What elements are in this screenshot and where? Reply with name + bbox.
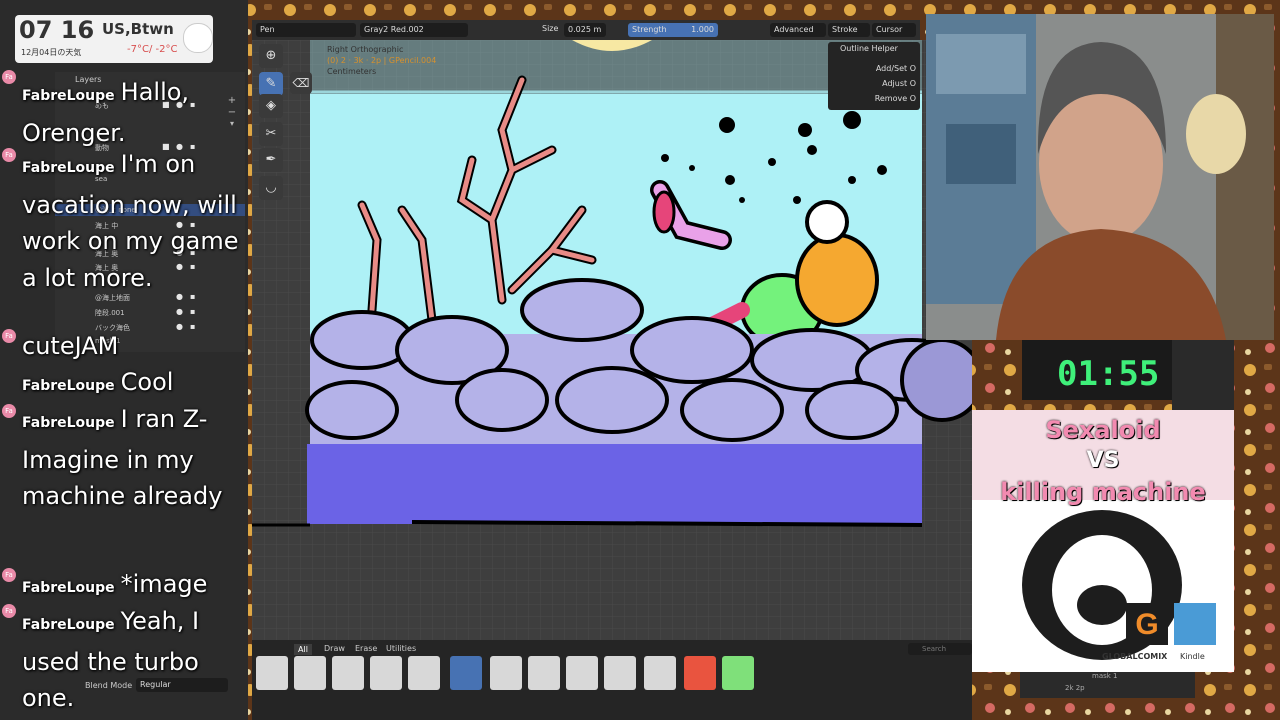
avatar-badge: Fa [2, 568, 16, 582]
chat-username: FabreLoupe [22, 580, 115, 596]
chat-message: FabreLoupe I ran Z-Imagine in my machine … [22, 401, 247, 515]
right-panel-strip [1172, 340, 1234, 410]
remove-outline-button[interactable]: Remove O [838, 94, 920, 103]
brush-thumbnail[interactable] [332, 656, 364, 690]
chat-message: FabreLoupe Yeah, I used the turbo one. [22, 603, 247, 717]
layer-row[interactable]: 陸段.001 ● ▪ [55, 307, 245, 319]
fill-tool-icon[interactable]: ◈ [259, 94, 283, 118]
advanced-menu[interactable]: Advanced [770, 23, 826, 37]
book-cover: G Sexaloid VS killing machine GLOBALCOMI… [972, 410, 1234, 672]
strength-value: 1.000 [691, 25, 714, 34]
canvas-drawing [252, 40, 972, 640]
brush-thumbnail[interactable] [256, 656, 288, 690]
timer-value: 01:55 [1057, 354, 1160, 394]
drawing-viewport[interactable] [252, 40, 972, 640]
cover-publisher: GLOBALCOMIX [1102, 652, 1168, 661]
viewport-info: Right Orthographic (0) 2 · 3k · 2p | GPe… [327, 44, 436, 77]
status-strip: mask 1 2k 2p [1020, 672, 1195, 698]
brush-thumbnail[interactable] [644, 656, 676, 690]
countdown-timer: 01:55 [1022, 340, 1172, 400]
chat-message: cuteJAM [22, 328, 247, 365]
sea-area [307, 444, 922, 524]
status-layer: mask 1 [1092, 672, 1118, 680]
brush-search-input[interactable]: Search [908, 643, 972, 655]
units-label: Centimeters [327, 67, 377, 76]
chat-username: FabreLoupe [22, 617, 115, 633]
brush-thumbnail[interactable] [370, 656, 402, 690]
chat-text: *image [120, 570, 208, 598]
brush-thumbnail[interactable] [294, 656, 326, 690]
svg-text:G: G [1135, 608, 1158, 641]
chat-message: FabreLoupe Hallo, Orenger. [22, 74, 247, 151]
status-frame: 2k 2p [1065, 684, 1085, 692]
outline-helper-title: Outline Helper [840, 44, 898, 53]
cover-title-line2: VS [1086, 448, 1120, 473]
strength-field[interactable]: Strength 1.000 [628, 23, 718, 37]
brush-thumbnail[interactable] [722, 656, 754, 690]
material-select[interactable]: Gray2 Red.002 [360, 23, 468, 37]
eyedropper-tool-icon[interactable]: ✒ [259, 148, 283, 172]
avatar-badge: Fa [2, 329, 16, 343]
tab-utilities[interactable]: Utilities [386, 644, 416, 653]
add-outline-button[interactable]: Add/Set O [838, 64, 920, 73]
view-name: Right Orthographic [327, 45, 404, 54]
brush-thumbnail[interactable] [528, 656, 560, 690]
visibility-icon[interactable]: ● [176, 308, 184, 316]
clock-time: 07 16 [19, 16, 95, 44]
tab-all[interactable]: All [294, 644, 312, 655]
weather-temps: -7°C/ -2°C [127, 44, 178, 55]
tool-settings-header: Pen Gray2 Red.002 Size 0.025 m Strength … [252, 20, 920, 40]
weather-clock-widget: 07 16 US,Btwn 12月04日の天気 -7°C/ -2°C [15, 15, 213, 63]
chat-username: FabreLoupe [22, 378, 115, 394]
chat-username: FabreLoupe [22, 160, 115, 176]
lock-icon[interactable]: ▪ [190, 308, 198, 316]
brush-thumbnail-active[interactable] [450, 656, 482, 690]
tab-erase[interactable]: Erase [355, 644, 377, 653]
brush-thumbnail[interactable] [684, 656, 716, 690]
tab-draw[interactable]: Draw [324, 644, 345, 653]
webcam-image [926, 14, 1274, 340]
brush-thumbnail[interactable] [408, 656, 440, 690]
brush-select[interactable]: Pen [256, 23, 356, 37]
chat-message: FabreLoupe *image [22, 566, 247, 607]
cover-title-line3: killing machine [1000, 478, 1206, 506]
avatar-badge: Fa [2, 70, 16, 84]
eraser-tool-icon[interactable]: ⌫ [290, 72, 312, 94]
weather-icon [183, 23, 213, 53]
chat-text: Cool [120, 368, 174, 396]
cutter-tool-icon[interactable]: ✂ [259, 122, 283, 146]
weather-date: 12月04日の天気 [21, 48, 82, 57]
size-field[interactable]: 0.025 m [564, 23, 606, 37]
chat-text: cuteJAM [22, 332, 119, 360]
avatar-badge: Fa [2, 148, 16, 162]
brush-thumbnail[interactable] [604, 656, 636, 690]
brush-thumbnail[interactable] [490, 656, 522, 690]
tool-shelf: ⊕ ✎ ◈ ✂ ✒ ◡ [255, 42, 285, 202]
frame-info: (0) 2 · 3k · 2p | GPencil.004 [327, 56, 437, 65]
chat-username: FabreLoupe [22, 415, 115, 431]
cover-kindle: Kindle [1180, 652, 1205, 661]
clock-location: US,Btwn [102, 20, 174, 38]
strength-label: Strength [632, 25, 667, 34]
size-label: Size [542, 24, 559, 33]
curve-tool-icon[interactable]: ◡ [259, 176, 283, 200]
stroke-menu[interactable]: Stroke [828, 23, 870, 37]
avatar-badge: Fa [2, 404, 16, 418]
adjust-outline-button[interactable]: Adjust O [838, 79, 920, 88]
cover-title-line1: Sexaloid [1045, 416, 1161, 444]
cursor-menu[interactable]: Cursor [872, 23, 916, 37]
cursor-tool-icon[interactable]: ⊕ [259, 44, 283, 68]
chat-message: FabreLoupe Cool [22, 364, 247, 405]
outline-helper-panel: Outline Helper Add/Set O Adjust O Remove… [828, 42, 920, 110]
brush-thumbnail[interactable] [566, 656, 598, 690]
layer-name: 陸段.001 [95, 309, 125, 317]
webcam-feed [926, 14, 1274, 340]
chat-username: FabreLoupe [22, 88, 115, 104]
chat-message: FabreLoupe I'm on vacation now, will work… [22, 146, 247, 296]
avatar-badge: Fa [2, 604, 16, 618]
draw-tool-icon[interactable]: ✎ [259, 72, 283, 96]
